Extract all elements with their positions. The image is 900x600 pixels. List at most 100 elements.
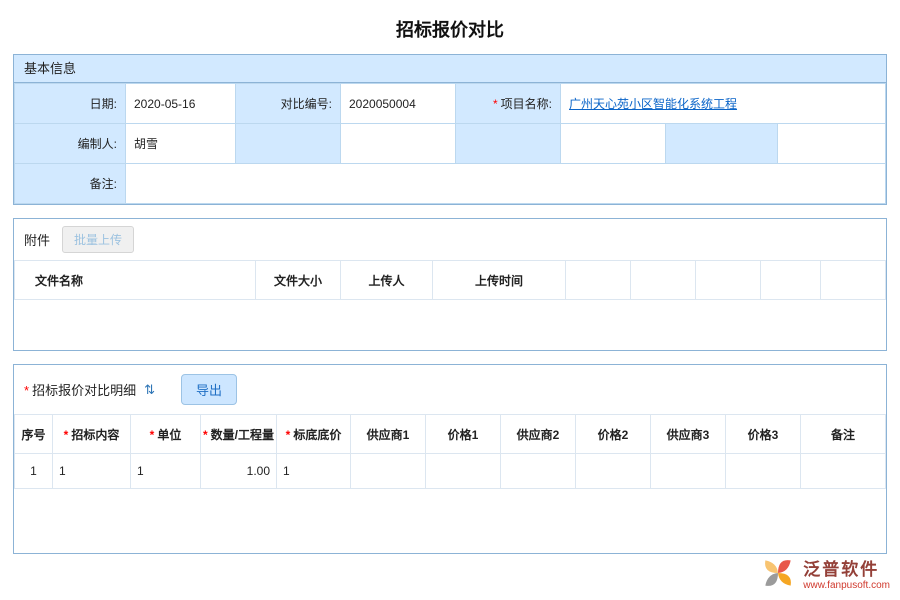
col-bid-content: *招标内容 [53,415,131,454]
creator-value: 胡雪 [134,137,158,151]
col-price2-label: 价格2 [598,428,629,442]
col-file-name-label: 文件名称 [35,274,83,288]
col-base-price-label: 标底底价 [293,428,341,442]
compare-no-label-cell: 对比编号: [236,84,341,124]
col-empty [566,261,631,300]
compare-no-value: 2020050004 [349,97,416,111]
export-button[interactable]: 导出 [181,374,237,405]
basic-info-header: 基本信息 [14,55,886,83]
col-supplier1-label: 供应商1 [367,428,410,442]
attachment-table: 文件名称 文件大小 上传人 上传时间 [14,260,886,300]
col-empty [696,261,761,300]
project-label: 项目名称: [501,97,552,111]
required-mark-icon: * [150,428,155,442]
basic-info-panel: 基本信息 日期: 2020-05-16 对比编号: 2020050004 *项目… [13,54,887,205]
project-label-cell: *项目名称: [456,84,561,124]
col-upload-time: 上传时间 [433,261,566,300]
col-supplier2: 供应商2 [501,415,576,454]
cell-base-price[interactable]: 1 [277,454,351,489]
col-uploader-label: 上传人 [368,274,404,288]
cell-bid-content[interactable]: 1 [53,454,131,489]
cell-remark[interactable] [801,454,886,489]
cell-supplier1[interactable] [351,454,426,489]
footer-brand: 泛普软件 www.fanpusoft.com [759,554,890,592]
cell-price2[interactable] [576,454,651,489]
detail-table: 序号 *招标内容 *单位 *数量/工程量 *标底底价 供应商1 价格1 供应商2… [14,414,886,489]
col-uploader: 上传人 [341,261,433,300]
attachment-toolbar: 附件 批量上传 [14,219,886,260]
attachment-title: 附件 [24,230,50,249]
creator-label-cell: 编制人: [15,124,126,164]
cell-unit[interactable]: 1 [131,454,201,489]
col-empty [631,261,696,300]
info-empty-label-cell [666,124,778,164]
fanpu-logo-icon [759,554,797,592]
required-mark-icon: * [203,428,208,442]
col-unit: *单位 [131,415,201,454]
cell-price3[interactable] [726,454,801,489]
col-price3: 价格3 [726,415,801,454]
date-value-cell: 2020-05-16 [126,84,236,124]
date-label-cell: 日期: [15,84,126,124]
sort-icon[interactable]: ⇅ [144,382,155,398]
col-file-size: 文件大小 [256,261,341,300]
col-seq: 序号 [15,415,53,454]
col-price3-label: 价格3 [748,428,779,442]
required-mark-icon: * [493,97,498,111]
col-empty [761,261,821,300]
col-remark: 备注 [801,415,886,454]
page-title: 招标报价对比 [0,0,900,54]
col-file-size-label: 文件大小 [274,274,322,288]
info-empty-value-cell [778,124,886,164]
col-unit-label: 单位 [157,428,181,442]
required-mark-icon: * [64,428,69,442]
cell-price1[interactable] [426,454,501,489]
col-upload-time-label: 上传时间 [475,274,523,288]
col-file-name: 文件名称 [15,261,256,300]
project-value-cell: 广州天心苑小区智能化系统工程 [561,84,886,124]
brand-site[interactable]: www.fanpusoft.com [803,580,890,591]
date-value: 2020-05-16 [134,97,195,111]
col-supplier2-label: 供应商2 [517,428,560,442]
brand-text-block: 泛普软件 www.fanpusoft.com [803,555,890,591]
remark-label-cell: 备注: [15,164,126,204]
detail-empty-area [14,489,886,553]
cell-supplier2[interactable] [501,454,576,489]
col-seq-label: 序号 [21,428,45,442]
col-price1: 价格1 [426,415,501,454]
required-mark-icon: * [286,428,291,442]
info-empty-label-cell [236,124,341,164]
col-supplier3: 供应商3 [651,415,726,454]
detail-header-row: 序号 *招标内容 *单位 *数量/工程量 *标底底价 供应商1 价格1 供应商2… [15,415,886,454]
project-name-link[interactable]: 广州天心苑小区智能化系统工程 [569,97,737,111]
col-bid-content-label: 招标内容 [71,428,119,442]
brand-name: 泛普软件 [803,555,890,580]
attachment-empty-area [14,300,886,350]
col-quantity-label: 数量/工程量 [211,428,274,442]
cell-supplier3[interactable] [651,454,726,489]
info-empty-label-cell [456,124,561,164]
cell-quantity[interactable]: 1.00 [201,454,277,489]
col-supplier1: 供应商1 [351,415,426,454]
cell-seq: 1 [15,454,53,489]
info-empty-value-cell [561,124,666,164]
col-remark-label: 备注 [831,428,855,442]
required-mark-icon: * [24,383,29,398]
info-empty-value-cell [341,124,456,164]
basic-info-row-3: 备注: [15,164,886,204]
detail-panel: *招标报价对比明细 ⇅ 导出 序号 *招标内容 *单位 *数量/工程量 *标底底… [13,364,887,554]
detail-data-row: 1 1 1 1.00 1 [15,454,886,489]
attachment-panel: 附件 批量上传 文件名称 文件大小 上传人 上传时间 [13,218,887,351]
col-quantity: *数量/工程量 [201,415,277,454]
detail-toolbar: *招标报价对比明细 ⇅ 导出 [14,365,886,414]
remark-value-cell [126,164,886,204]
col-base-price: *标底底价 [277,415,351,454]
col-price2: 价格2 [576,415,651,454]
compare-no-value-cell: 2020050004 [341,84,456,124]
remark-label: 备注: [90,177,117,191]
date-label: 日期: [90,97,117,111]
col-price1-label: 价格1 [448,428,479,442]
batch-upload-button[interactable]: 批量上传 [62,226,134,253]
detail-title-label: 招标报价对比明细 [32,383,136,398]
basic-info-row-1: 日期: 2020-05-16 对比编号: 2020050004 *项目名称: 广… [15,84,886,124]
